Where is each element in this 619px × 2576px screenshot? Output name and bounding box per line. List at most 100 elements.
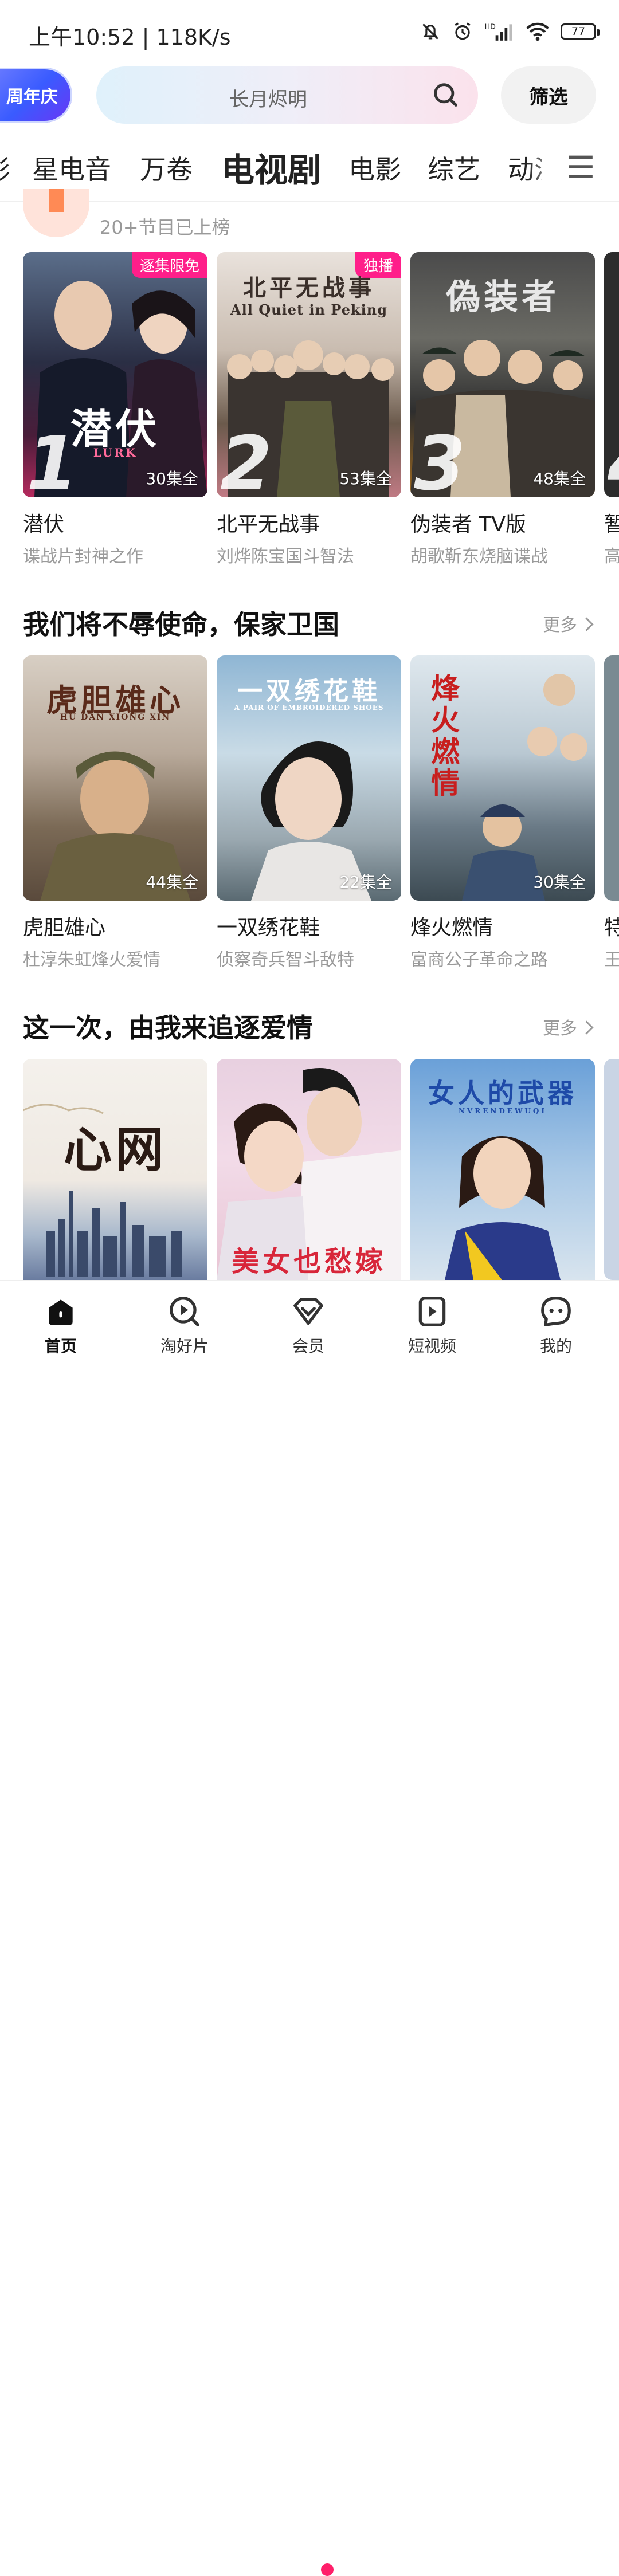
nav-discover[interactable]: 淘好片 (139, 1294, 230, 1357)
poster-title-text: 一双绣花鞋 (237, 677, 381, 706)
search-bar[interactable]: 长月烬明 (96, 66, 478, 124)
show-card[interactable]: 心网 (23, 1059, 207, 1280)
show-card[interactable]: 女人的武器 NVRENDEWUQI (410, 1059, 595, 1280)
poster-subtitle-text: HU DAN XIONG XIN (60, 713, 171, 722)
episode-count: 22集全 (339, 873, 392, 892)
battery-icon: 77 (561, 23, 600, 40)
poster[interactable]: 独播 北平无战事 All Quiet in Peking 2 53集全 (217, 252, 401, 497)
poster[interactable]: 美女也愁嫁 (217, 1059, 401, 1280)
rank-number: 3 (414, 420, 466, 497)
card-subtitle: 刘烨陈宝国斗智法 (217, 547, 354, 567)
tab-variety[interactable]: 综艺 (428, 149, 480, 187)
card-title: 北平无战事 (217, 513, 320, 536)
short-video-icon (418, 1297, 446, 1326)
poster-title-text: 美女也愁嫁 (231, 1246, 386, 1278)
ranking-subtitle: 20+节目已上榜 (100, 217, 230, 238)
rank-number: 2 (220, 420, 272, 497)
poster[interactable]: 女人的武器 NVRENDEWUQI (410, 1059, 595, 1280)
more-link[interactable]: 更多 (543, 1014, 594, 1039)
poster[interactable]: 一双绣花鞋 A PAIR OF EMBROIDERED SHOES 22集全 (217, 655, 401, 901)
show-card-partial[interactable]: 特 王 (604, 655, 619, 971)
tab-star-music[interactable]: 星电音 (32, 149, 111, 187)
poster[interactable]: 4 (604, 252, 619, 497)
status-bar: 上午10:52 | 118K/s HD 77 (0, 0, 619, 63)
tab-tv-series[interactable]: 电视剧 (221, 143, 321, 191)
poster-subtitle-text: NVRENDEWUQI (459, 1107, 547, 1115)
card-title: 特 (604, 916, 619, 940)
nav-profile-label: 我的 (539, 1337, 572, 1356)
show-card[interactable]: 一双绣花鞋 A PAIR OF EMBROIDERED SHOES 22集全 一… (217, 655, 401, 971)
nav-profile[interactable]: 我的 (510, 1294, 602, 1357)
show-card[interactable]: 美女也愁嫁 (217, 1059, 401, 1280)
poster[interactable]: 偽装者 3 48集全 (410, 252, 595, 497)
status-icons: HD 77 (420, 21, 600, 42)
rank-number: 4 (608, 426, 619, 497)
more-label: 更多 (543, 615, 577, 635)
episode-count: 30集全 (146, 469, 198, 488)
show-card[interactable]: 烽火燃情 30集全 烽火燃情 富商公子革命之路 (410, 655, 595, 971)
tabs-fade (527, 133, 567, 201)
card-subtitle: 富商公子革命之路 (410, 950, 548, 970)
profile-icon (541, 1297, 571, 1326)
card-subtitle: 杜淳朱虹烽火爱情 (23, 950, 160, 970)
nav-home[interactable]: 首页 (15, 1294, 107, 1357)
chevron-right-icon (579, 617, 594, 631)
card-subtitle: 侦察奇兵智斗敌特 (217, 950, 354, 970)
svg-text:HD: HD (485, 22, 496, 30)
card-subtitle: 高 (604, 547, 619, 567)
ranking-card-partial[interactable]: 4 暂 高 (604, 252, 619, 567)
nav-vip[interactable]: 会员 (263, 1294, 354, 1357)
home-icon (49, 1299, 73, 1325)
anniversary-button[interactable]: 周年庆 (0, 68, 72, 123)
section-title: 这一次，由我来追逐爱情 (23, 1012, 313, 1043)
poster[interactable] (604, 655, 619, 901)
more-link[interactable]: 更多 (543, 611, 594, 636)
tab-movies[interactable]: 电影 (348, 149, 401, 187)
vip-notification-dot (321, 2563, 334, 2576)
poster-title-text: 心网 (63, 1121, 167, 1178)
nav-vip-label: 会员 (292, 1337, 324, 1356)
tab-wanjuan[interactable]: 万卷 (140, 149, 193, 187)
show-card[interactable]: 虎胆雄心 HU DAN XIONG XIN 44集全 虎胆雄心 杜淳朱虹烽火爱情 (23, 655, 207, 971)
poster-title-text: 女人的武器 (428, 1078, 577, 1109)
signal-hd-icon: HD (485, 22, 512, 41)
episode-count: 30集全 (533, 873, 586, 892)
poster[interactable]: 心网 (23, 1059, 207, 1280)
poster-subtitle-text: All Quiet in Peking (230, 301, 387, 318)
poster-subtitle-text: A PAIR OF EMBROIDERED SHOES (234, 704, 384, 712)
episode-count: 48集全 (533, 469, 586, 488)
search-icon[interactable] (431, 80, 461, 110)
ranking-card[interactable]: 偽装者 3 48集全 伪装者 TV版 胡歌靳东烧脑谍战 (410, 252, 595, 567)
poster-title-text: 偽装者 (446, 277, 559, 317)
poster[interactable]: 逐集限免 潜伏 LURK 1 30集全 (23, 252, 207, 497)
card-title: 烽火燃情 (410, 916, 493, 940)
alarm-icon (455, 22, 471, 40)
poster-title-text: 烽火燃情 (431, 672, 460, 800)
poster[interactable]: 虎胆雄心 HU DAN XIONG XIN 44集全 (23, 655, 207, 901)
ranking-card[interactable]: 逐集限免 潜伏 LURK 1 30集全 潜伏 谍战片封神之作 (23, 252, 207, 567)
status-time: 上午10:52 | 118K/s (29, 25, 231, 50)
show-card-partial[interactable] (604, 1059, 619, 1280)
card-title: 潜伏 (23, 513, 65, 536)
card-subtitle: 王 (604, 950, 619, 970)
nav-discover-label: 淘好片 (160, 1337, 209, 1356)
mute-bell-icon (422, 23, 438, 40)
episode-count: 53集全 (339, 469, 392, 488)
poster[interactable] (604, 1059, 619, 1280)
search-placeholder: 长月烬明 (229, 88, 307, 111)
menu-icon[interactable] (566, 154, 595, 180)
nav-short-video[interactable]: 短视频 (386, 1294, 478, 1357)
category-tabs: 影 星电音 万卷 电视剧 电影 综艺 动漫 (0, 133, 619, 201)
poster[interactable]: 烽火燃情 30集全 (410, 655, 595, 901)
tab-partial-left[interactable]: 影 (0, 149, 10, 187)
rank-number: 1 (26, 420, 79, 497)
vip-diamond-icon (293, 1298, 323, 1325)
card-title: 虎胆雄心 (23, 916, 106, 940)
filter-button[interactable]: 筛选 (501, 66, 596, 124)
card-title: 伪装者 TV版 (410, 513, 527, 536)
wifi-icon (526, 22, 549, 41)
tabs-divider (0, 201, 619, 202)
ranking-card[interactable]: 独播 北平无战事 All Quiet in Peking 2 53集全 北平无战… (217, 252, 401, 567)
nav-short-video-label: 短视频 (408, 1337, 456, 1356)
bottom-navigation: 首页 淘好片 会员 短视频 我的 (0, 1280, 619, 2576)
